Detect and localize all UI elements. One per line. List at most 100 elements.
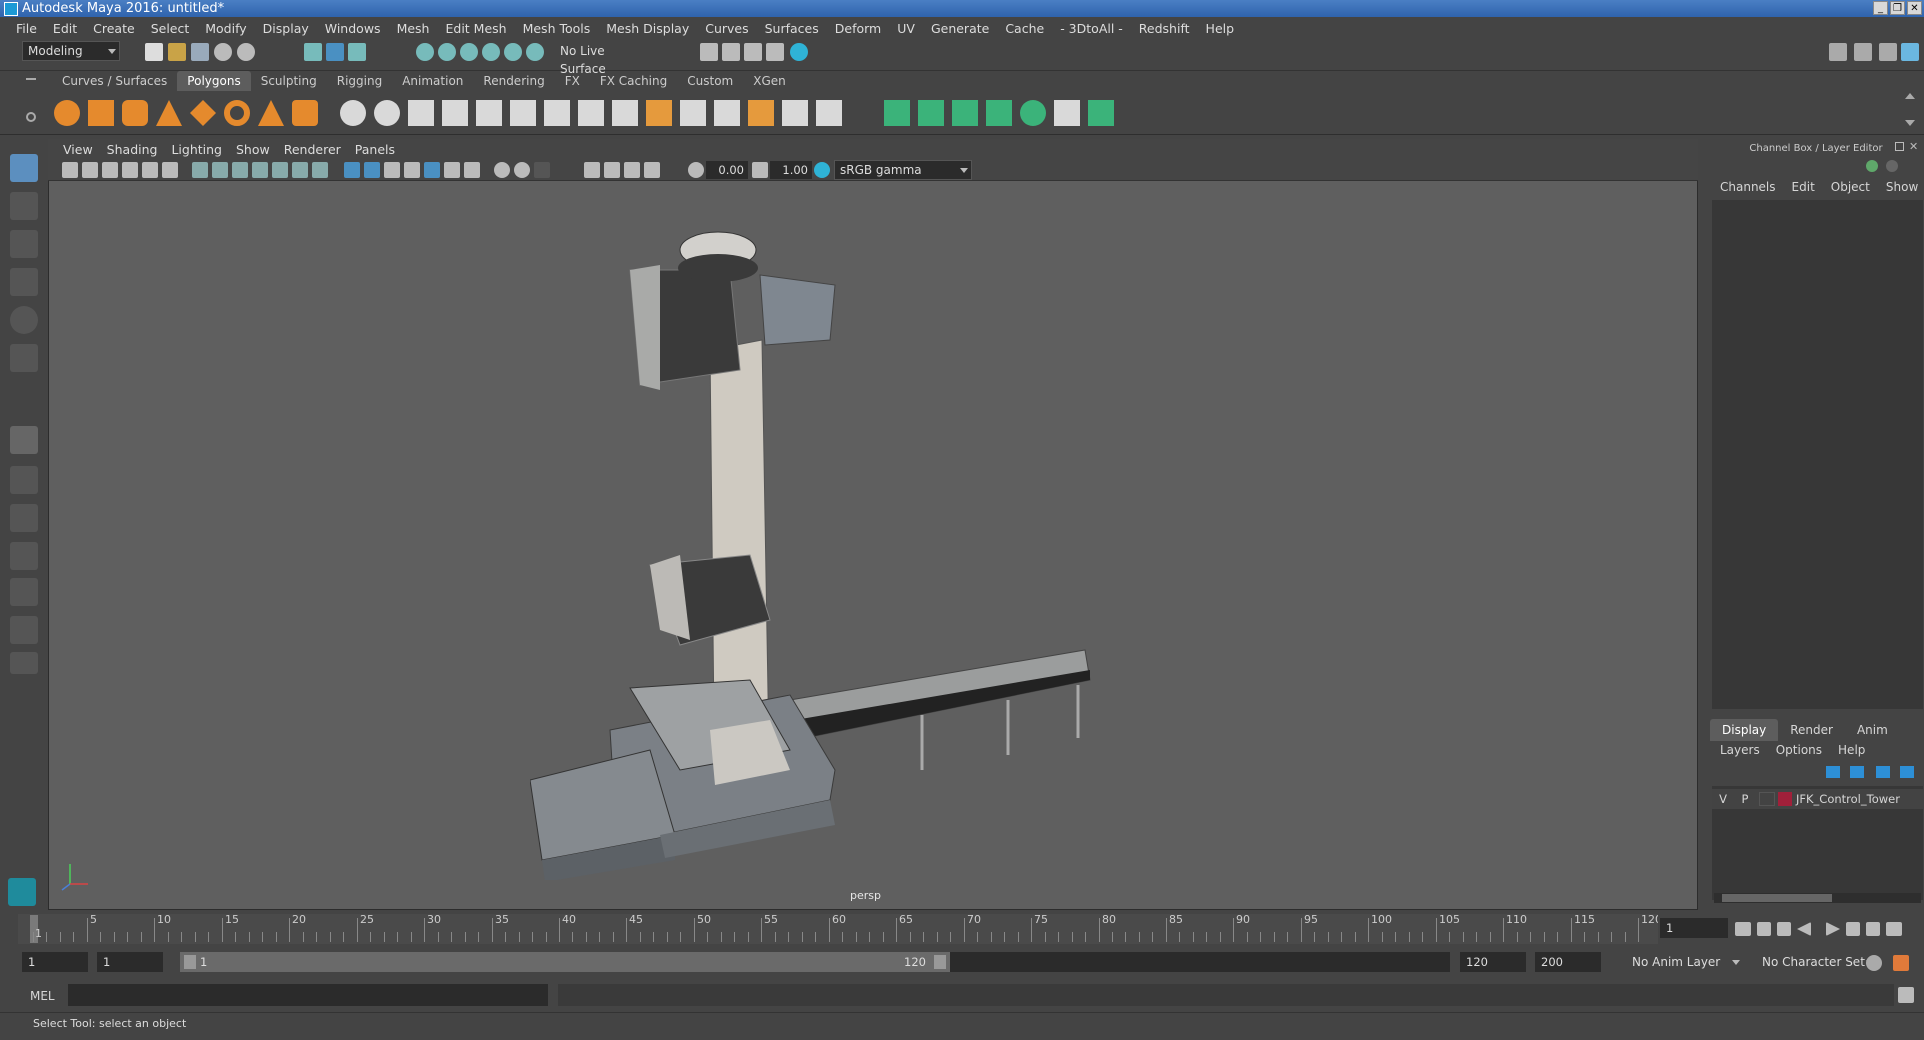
shelf-scroll-up-icon[interactable] (1905, 93, 1915, 99)
resolution-gate-icon[interactable] (232, 162, 248, 178)
menu-mesh-display[interactable]: Mesh Display (598, 21, 697, 36)
single-perspective-layout-icon[interactable] (10, 426, 38, 454)
float-panel-icon[interactable] (1895, 142, 1904, 151)
image-plane-icon[interactable] (122, 162, 138, 178)
snap-surface-icon[interactable] (504, 43, 522, 61)
hypershade-layout-icon[interactable] (10, 578, 38, 606)
close-panel-icon[interactable]: ✕ (1909, 140, 1918, 153)
mode-selector[interactable]: Modeling (22, 41, 120, 61)
menu-deform[interactable]: Deform (827, 21, 889, 36)
xray-icon[interactable] (604, 162, 620, 178)
fill-hole-icon[interactable] (646, 100, 672, 126)
snap-view-plane-icon[interactable] (482, 43, 500, 61)
restore-button[interactable]: ❐ (1890, 1, 1905, 15)
scrollbar-thumb[interactable] (1722, 894, 1832, 902)
layer-color-swatch[interactable] (1778, 792, 1792, 806)
character-set-selector[interactable]: No Character Set (1756, 952, 1878, 972)
layer-playback-toggle[interactable]: P (1734, 792, 1756, 806)
render-view-icon[interactable] (700, 43, 718, 61)
layer-tab-anim[interactable]: Anim (1845, 719, 1900, 741)
render-current-frame-icon[interactable] (722, 43, 740, 61)
wireframe-icon[interactable] (344, 162, 360, 178)
lasso-tool-icon[interactable] (10, 192, 38, 220)
jfk-control-tower-model[interactable] (530, 210, 1100, 880)
poly-torus-icon[interactable] (224, 100, 250, 126)
move-tool-icon[interactable] (10, 268, 38, 296)
bookmark-icon[interactable] (102, 162, 118, 178)
isolate-select-icon[interactable] (584, 162, 600, 178)
menu-display[interactable]: Display (255, 21, 317, 36)
gamma-icon[interactable] (752, 162, 768, 178)
paint-select-tool-icon[interactable] (10, 230, 38, 258)
animation-preferences-icon[interactable] (1893, 955, 1909, 971)
mirror-icon[interactable] (408, 100, 434, 126)
hypershade-icon[interactable] (790, 43, 808, 61)
grid-toggle-icon[interactable] (192, 162, 208, 178)
shelf-settings-icon[interactable] (26, 112, 36, 122)
reduce-icon[interactable] (476, 100, 502, 126)
live-surface-field[interactable]: No Live Surface (554, 41, 654, 76)
smooth-shade-icon[interactable] (364, 162, 380, 178)
maya-home-icon[interactable] (8, 878, 36, 906)
auto-key-icon[interactable] (1866, 955, 1882, 971)
ipr-render-icon[interactable] (744, 43, 762, 61)
layout-options-icon[interactable] (10, 652, 38, 674)
channel-box-icon[interactable] (1866, 160, 1878, 172)
viewport-menu-panels[interactable]: Panels (348, 142, 402, 157)
insert-edge-loop-icon[interactable] (680, 100, 706, 126)
open-scene-icon[interactable] (168, 43, 186, 61)
collapse-icon[interactable] (816, 100, 842, 126)
poly-cylinder-icon[interactable] (122, 100, 148, 126)
quad-draw-icon[interactable] (782, 100, 808, 126)
color-management-icon[interactable] (814, 162, 830, 178)
persp-graph-layout-icon[interactable] (10, 542, 38, 570)
step-back-key-icon[interactable] (1757, 922, 1771, 936)
menu-surfaces[interactable]: Surfaces (757, 21, 827, 36)
layer-name[interactable]: JFK_Control_Tower (1796, 792, 1900, 806)
anti-aliasing-icon[interactable] (534, 162, 550, 178)
select-by-object-icon[interactable] (326, 43, 344, 61)
viewport-menu-lighting[interactable]: Lighting (164, 142, 229, 157)
menu-help[interactable]: Help (1198, 21, 1243, 36)
undo-icon[interactable] (214, 43, 232, 61)
script-editor-icon[interactable] (1898, 987, 1914, 1003)
step-forward-frame-icon[interactable] (1846, 922, 1860, 936)
channel-menu-object[interactable]: Object (1823, 180, 1878, 194)
layer-menu-help[interactable]: Help (1830, 743, 1873, 757)
use-default-material-icon[interactable] (384, 162, 400, 178)
tool-settings-icon[interactable] (1879, 43, 1897, 61)
separate-icon[interactable] (374, 100, 400, 126)
snap-grid-icon[interactable] (416, 43, 434, 61)
menu-windows[interactable]: Windows (317, 21, 389, 36)
layer-editor-icon[interactable] (1886, 160, 1898, 172)
field-chart-icon[interactable] (272, 162, 288, 178)
menu-curves[interactable]: Curves (697, 21, 756, 36)
textured-icon[interactable] (424, 162, 440, 178)
exposure-field[interactable]: 0.00 (706, 161, 748, 179)
poly-cube-icon[interactable] (88, 100, 114, 126)
render-settings-icon[interactable] (766, 43, 784, 61)
menu-3dtoall[interactable]: - 3DtoAll - (1052, 21, 1131, 36)
shelf-menu-icon[interactable] (26, 78, 36, 80)
scale-tool-icon[interactable] (10, 344, 38, 372)
menu-edit-mesh[interactable]: Edit Mesh (437, 21, 514, 36)
use-all-lights-icon[interactable] (444, 162, 460, 178)
layer-row[interactable]: V P JFK_Control_Tower (1712, 789, 1923, 809)
shelf-tab-fx[interactable]: FX (555, 71, 590, 91)
range-end-handle[interactable] (934, 955, 946, 969)
channel-menu-channels[interactable]: Channels (1712, 180, 1784, 194)
make-live-icon[interactable] (526, 43, 544, 61)
menu-cache[interactable]: Cache (997, 21, 1052, 36)
shelf-tab-xgen[interactable]: XGen (743, 71, 796, 91)
go-to-start-icon[interactable] (1735, 922, 1751, 936)
spherical-uv-icon[interactable] (952, 100, 978, 126)
redo-icon[interactable] (237, 43, 255, 61)
menu-create[interactable]: Create (85, 21, 143, 36)
move-layer-down-icon[interactable] (1850, 766, 1864, 778)
camera-select-icon[interactable] (62, 162, 78, 178)
layer-tab-render[interactable]: Render (1778, 719, 1845, 741)
gamma-field[interactable]: 1.00 (770, 161, 812, 179)
channel-box-toggle-icon[interactable] (1901, 43, 1919, 61)
checker-map-icon[interactable] (1054, 100, 1080, 126)
screen-space-ao-icon[interactable] (494, 162, 510, 178)
